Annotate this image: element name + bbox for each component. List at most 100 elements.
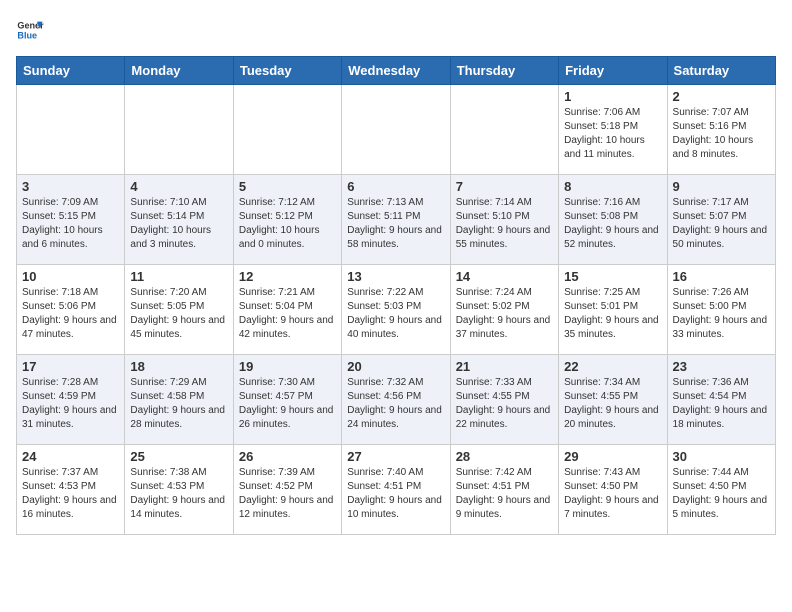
day-info: Sunrise: 7:25 AM Sunset: 5:01 PM Dayligh… (564, 286, 661, 342)
day-number: 9 (673, 179, 770, 194)
calendar-cell (342, 85, 450, 175)
day-number: 27 (347, 449, 444, 464)
calendar-cell: 22 Sunrise: 7:34 AM Sunset: 4:55 PM Dayli… (559, 355, 667, 445)
calendar-cell (450, 85, 558, 175)
calendar-week-4: 17Sunrise: 7:28 AM Sunset: 4:59 PM Dayli… (17, 355, 776, 445)
calendar-cell: 6 Sunrise: 7:13 AM Sunset: 5:11 PM Daylig… (342, 175, 450, 265)
day-info: Sunrise: 7:12 AM Sunset: 5:12 PM Dayligh… (239, 196, 336, 252)
calendar-cell: 12Sunrise: 7:21 AM Sunset: 5:04 PM Dayli… (233, 265, 341, 355)
calendar-cell: 24 Sunrise: 7:37 AM Sunset: 4:53 PM Dayli… (17, 445, 125, 535)
calendar-cell: 5 Sunrise: 7:12 AM Sunset: 5:12 PM Daylig… (233, 175, 341, 265)
calendar-cell (17, 85, 125, 175)
calendar-table: SundayMondayTuesdayWednesdayThursdayFrid… (16, 56, 776, 535)
day-number: 25 (130, 449, 227, 464)
logo: General Blue (16, 16, 48, 44)
day-info: Sunrise: 7:42 AM Sunset: 4:51 PM Dayligh… (456, 466, 553, 522)
calendar-cell: 29Sunrise: 7:43 AM Sunset: 4:50 PM Dayli… (559, 445, 667, 535)
day-number: 26 (239, 449, 336, 464)
day-info: Sunrise: 7:38 AM Sunset: 4:53 PM Dayligh… (130, 466, 227, 522)
calendar-week-5: 24 Sunrise: 7:37 AM Sunset: 4:53 PM Dayli… (17, 445, 776, 535)
day-number: 8 (564, 179, 661, 194)
calendar-cell: 18 Sunrise: 7:29 AM Sunset: 4:58 PM Dayli… (125, 355, 233, 445)
day-info: Sunrise: 7:16 AM Sunset: 5:08 PM Dayligh… (564, 196, 661, 252)
weekday-tuesday: Tuesday (233, 57, 341, 85)
day-number: 18 (130, 359, 227, 374)
weekday-wednesday: Wednesday (342, 57, 450, 85)
day-info: Sunrise: 7:29 AM Sunset: 4:58 PM Dayligh… (130, 376, 227, 432)
calendar-cell: 1 Sunrise: 7:06 AM Sunset: 5:18 PM Daylig… (559, 85, 667, 175)
day-info: Sunrise: 7:44 AM Sunset: 4:50 PM Dayligh… (673, 466, 770, 522)
calendar-cell: 28 Sunrise: 7:42 AM Sunset: 4:51 PM Dayli… (450, 445, 558, 535)
calendar-cell: 7 Sunrise: 7:14 AM Sunset: 5:10 PM Daylig… (450, 175, 558, 265)
calendar-cell: 27Sunrise: 7:40 AM Sunset: 4:51 PM Dayli… (342, 445, 450, 535)
calendar-cell: 14 Sunrise: 7:24 AM Sunset: 5:02 PM Dayli… (450, 265, 558, 355)
day-info: Sunrise: 7:17 AM Sunset: 5:07 PM Dayligh… (673, 196, 770, 252)
calendar-cell: 13Sunrise: 7:22 AM Sunset: 5:03 PM Dayli… (342, 265, 450, 355)
day-number: 6 (347, 179, 444, 194)
weekday-monday: Monday (125, 57, 233, 85)
day-number: 2 (673, 89, 770, 104)
day-info: Sunrise: 7:13 AM Sunset: 5:11 PM Dayligh… (347, 196, 444, 252)
calendar-cell: 2 Sunrise: 7:07 AM Sunset: 5:16 PM Daylig… (667, 85, 775, 175)
calendar-cell: 23Sunrise: 7:36 AM Sunset: 4:54 PM Dayli… (667, 355, 775, 445)
day-info: Sunrise: 7:18 AM Sunset: 5:06 PM Dayligh… (22, 286, 119, 342)
day-number: 30 (673, 449, 770, 464)
calendar-cell (125, 85, 233, 175)
calendar-week-1: 1 Sunrise: 7:06 AM Sunset: 5:18 PM Daylig… (17, 85, 776, 175)
svg-text:Blue: Blue (17, 30, 37, 40)
day-number: 4 (130, 179, 227, 194)
day-info: Sunrise: 7:30 AM Sunset: 4:57 PM Dayligh… (239, 376, 336, 432)
calendar-cell (233, 85, 341, 175)
day-info: Sunrise: 7:28 AM Sunset: 4:59 PM Dayligh… (22, 376, 119, 432)
calendar-cell: 30 Sunrise: 7:44 AM Sunset: 4:50 PM Dayli… (667, 445, 775, 535)
day-info: Sunrise: 7:21 AM Sunset: 5:04 PM Dayligh… (239, 286, 336, 342)
weekday-header-row: SundayMondayTuesdayWednesdayThursdayFrid… (17, 57, 776, 85)
day-number: 1 (564, 89, 661, 104)
day-number: 29 (564, 449, 661, 464)
day-info: Sunrise: 7:20 AM Sunset: 5:05 PM Dayligh… (130, 286, 227, 342)
day-number: 28 (456, 449, 553, 464)
calendar-cell: 8 Sunrise: 7:16 AM Sunset: 5:08 PM Daylig… (559, 175, 667, 265)
calendar-cell: 16 Sunrise: 7:26 AM Sunset: 5:00 PM Dayli… (667, 265, 775, 355)
calendar-header: SundayMondayTuesdayWednesdayThursdayFrid… (17, 57, 776, 85)
day-number: 14 (456, 269, 553, 284)
calendar-cell: 10 Sunrise: 7:18 AM Sunset: 5:06 PM Dayli… (17, 265, 125, 355)
day-number: 10 (22, 269, 119, 284)
day-number: 11 (130, 269, 227, 284)
calendar-cell: 25 Sunrise: 7:38 AM Sunset: 4:53 PM Dayli… (125, 445, 233, 535)
day-number: 24 (22, 449, 119, 464)
calendar-week-2: 3Sunrise: 7:09 AM Sunset: 5:15 PM Daylig… (17, 175, 776, 265)
day-number: 5 (239, 179, 336, 194)
day-number: 16 (673, 269, 770, 284)
day-info: Sunrise: 7:06 AM Sunset: 5:18 PM Dayligh… (564, 106, 661, 162)
day-number: 13 (347, 269, 444, 284)
day-number: 15 (564, 269, 661, 284)
calendar-cell: 19 Sunrise: 7:30 AM Sunset: 4:57 PM Dayli… (233, 355, 341, 445)
weekday-sunday: Sunday (17, 57, 125, 85)
weekday-friday: Friday (559, 57, 667, 85)
weekday-thursday: Thursday (450, 57, 558, 85)
day-number: 19 (239, 359, 336, 374)
calendar-cell: 26 Sunrise: 7:39 AM Sunset: 4:52 PM Dayli… (233, 445, 341, 535)
calendar-cell: 4 Sunrise: 7:10 AM Sunset: 5:14 PM Daylig… (125, 175, 233, 265)
page-header: General Blue (16, 16, 776, 44)
day-info: Sunrise: 7:14 AM Sunset: 5:10 PM Dayligh… (456, 196, 553, 252)
day-number: 21 (456, 359, 553, 374)
calendar-cell: 15 Sunrise: 7:25 AM Sunset: 5:01 PM Dayli… (559, 265, 667, 355)
day-info: Sunrise: 7:24 AM Sunset: 5:02 PM Dayligh… (456, 286, 553, 342)
day-number: 7 (456, 179, 553, 194)
day-info: Sunrise: 7:36 AM Sunset: 4:54 PM Dayligh… (673, 376, 770, 432)
day-info: Sunrise: 7:26 AM Sunset: 5:00 PM Dayligh… (673, 286, 770, 342)
day-number: 22 (564, 359, 661, 374)
day-info: Sunrise: 7:10 AM Sunset: 5:14 PM Dayligh… (130, 196, 227, 252)
calendar-cell: 20Sunrise: 7:32 AM Sunset: 4:56 PM Dayli… (342, 355, 450, 445)
day-info: Sunrise: 7:39 AM Sunset: 4:52 PM Dayligh… (239, 466, 336, 522)
calendar-body: 1 Sunrise: 7:06 AM Sunset: 5:18 PM Daylig… (17, 85, 776, 535)
day-info: Sunrise: 7:34 AM Sunset: 4:55 PM Dayligh… (564, 376, 661, 432)
day-number: 3 (22, 179, 119, 194)
calendar-cell: 11 Sunrise: 7:20 AM Sunset: 5:05 PM Dayli… (125, 265, 233, 355)
calendar-week-3: 10 Sunrise: 7:18 AM Sunset: 5:06 PM Dayli… (17, 265, 776, 355)
day-info: Sunrise: 7:07 AM Sunset: 5:16 PM Dayligh… (673, 106, 770, 162)
logo-icon: General Blue (16, 16, 44, 44)
day-info: Sunrise: 7:37 AM Sunset: 4:53 PM Dayligh… (22, 466, 119, 522)
